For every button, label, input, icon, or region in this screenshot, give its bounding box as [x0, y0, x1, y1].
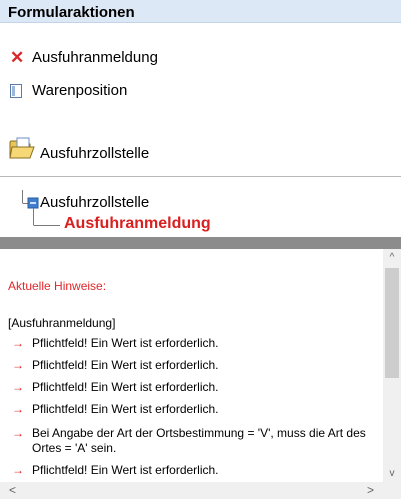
scroll-right-button[interactable]: > — [362, 482, 379, 499]
hint-text: Pflichtfeld! Ein Wert ist erforderlich. — [32, 358, 219, 372]
scrollbar-corner — [383, 482, 401, 499]
arrow-right-icon: → — [12, 426, 24, 440]
vertical-scrollbar[interactable]: ^ v — [383, 249, 401, 482]
horizontal-scrollbar[interactable]: < > — [0, 482, 383, 499]
tree-node-ausfuhranmeldung[interactable]: Ausfuhranmeldung — [64, 215, 211, 233]
hints-group-label: [Ausfuhranmeldung] — [8, 316, 116, 330]
hints-panel: Aktuelle Hinweise: [Ausfuhranmeldung] → … — [0, 249, 383, 482]
hint-item[interactable]: → Bei Angabe der Art der Ortsbestimmung … — [12, 426, 382, 456]
hint-item[interactable]: → Pflichtfeld! Ein Wert ist erforderlich… — [12, 402, 219, 417]
arrow-right-icon: → — [12, 380, 24, 394]
scroll-left-button[interactable]: < — [4, 482, 21, 499]
panel-splitter[interactable] — [0, 237, 401, 249]
hint-item[interactable]: → Pflichtfeld! Ein Wert ist erforderlich… — [12, 358, 219, 373]
vertical-scroll-thumb[interactable] — [385, 268, 399, 378]
hint-text: Pflichtfeld! Ein Wert ist erforderlich. — [32, 380, 219, 394]
hint-text: Bei Angabe der Art der Ortsbestimmung = … — [32, 426, 366, 455]
arrow-right-icon: → — [12, 463, 24, 477]
tree-node-ausfuhrzollstelle[interactable]: Ausfuhrzollstelle — [40, 194, 149, 211]
hint-item[interactable]: → Pflichtfeld! Ein Wert ist erforderlich… — [12, 463, 219, 478]
hint-text: Pflichtfeld! Ein Wert ist erforderlich. — [32, 402, 219, 416]
hint-item[interactable]: → Pflichtfeld! Ein Wert ist erforderlich… — [12, 380, 219, 395]
hint-item[interactable]: → Pflichtfeld! Ein Wert ist erforderlich… — [12, 336, 219, 351]
arrow-right-icon: → — [12, 358, 24, 372]
hint-text: Pflichtfeld! Ein Wert ist erforderlich. — [32, 463, 219, 477]
arrow-right-icon: → — [12, 336, 24, 350]
scroll-down-button[interactable]: v — [383, 465, 401, 482]
hints-title: Aktuelle Hinweise: — [8, 279, 107, 293]
hint-text: Pflichtfeld! Ein Wert ist erforderlich. — [32, 336, 219, 350]
scroll-up-button[interactable]: ^ — [383, 249, 401, 266]
arrow-right-icon: → — [12, 402, 24, 416]
